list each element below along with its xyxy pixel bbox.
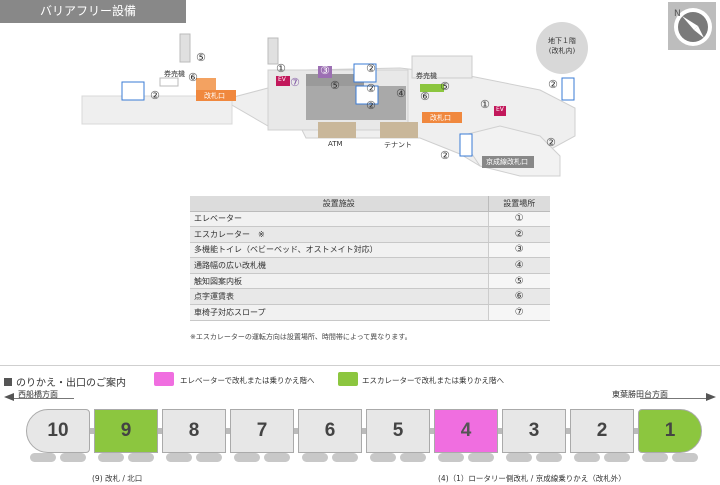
exit-note-car-4: (4)（1）ロータリー側改札 / 京成線乗りかえ（改札外） (438, 474, 626, 483)
table-row: 点字運賃表 ⑥ (190, 288, 550, 306)
facility-mark: ⑤ (487, 273, 550, 290)
table-row: エレベーター ① (190, 211, 550, 228)
train-car-2: 2 (570, 409, 634, 453)
wheel-set-icon (94, 453, 158, 463)
facility-name: エレベーター (190, 211, 488, 228)
table-row: 車椅子対応スロープ ⑦ (190, 304, 550, 321)
car-number: 10 (47, 420, 69, 441)
wheel-set-icon (26, 453, 90, 463)
facility-name: エスカレーター ※ (190, 226, 488, 243)
marker-escalator: ② (440, 149, 450, 162)
facility-mark: ⑥ (487, 288, 550, 306)
keisei-gate-label: 京成線改札口 (486, 158, 528, 166)
marker-braille-fare: ⑥ (188, 71, 198, 84)
exit-note-car-9: (9) 改札 / 北口 (92, 474, 143, 483)
train-car-10: 10 (26, 409, 90, 453)
gate-label: 改札口 (430, 114, 451, 122)
tenant-label: テナント (384, 141, 412, 149)
marker-tactile-map: ⑤ (196, 51, 206, 64)
train-car-5: 5 (366, 409, 430, 453)
facility-name: 多機能トイレ（ベビーベッド、オストメイト対応） (190, 242, 488, 259)
wheel-set-icon (434, 453, 498, 463)
wheel-set-icon (230, 453, 294, 463)
facility-name: 通路幅の広い改札機 (190, 257, 488, 274)
train-car-9: 9 (94, 409, 158, 453)
marker-elevator: ① (276, 62, 286, 75)
facility-mark: ④ (487, 257, 550, 274)
car-number: 9 (120, 420, 132, 441)
legend-pink-label: エレベーターで改札または乗りかえ階へ (180, 376, 315, 385)
marker-braille-fare: ⑥ (420, 90, 430, 103)
marker-escalator: ② (366, 82, 376, 95)
svg-text:N: N (674, 9, 681, 19)
car-number: 7 (256, 420, 268, 441)
facility-mark: ⑦ (487, 304, 550, 321)
train-car-7: 7 (230, 409, 294, 453)
table-row: 多機能トイレ（ベビーベッド、オストメイト対応） ③ (190, 242, 550, 259)
wheel-set-icon (570, 453, 634, 463)
legend-green-label: エスカレーターで改札または乗りかえ階へ (362, 376, 505, 385)
marker-slope: ⑦ (290, 76, 300, 89)
facility-name: 触知図案内板 (190, 273, 488, 290)
car-number: 8 (188, 420, 200, 441)
atm-label: ATM (328, 140, 343, 148)
legend-green-swatch (338, 372, 358, 386)
place-header: 設置場所 (487, 196, 550, 212)
facility-mark: ① (487, 211, 550, 228)
train-car-1: 1 (638, 409, 702, 453)
gate-label: 改札口 (204, 92, 225, 100)
transfer-section-title: のりかえ・出口のご案内 (4, 374, 126, 389)
train-car-4: 4 (434, 409, 498, 453)
facility-name: 車椅子対応スロープ (190, 304, 488, 321)
marker-elevator: ① (480, 98, 490, 111)
wheel-set-icon (638, 453, 702, 463)
car-number: 2 (596, 420, 608, 441)
facility-name: 点字運賃表 (190, 288, 488, 306)
transfer-title-text: のりかえ・出口のご案内 (16, 378, 126, 389)
car-number: 3 (528, 420, 540, 441)
marker-tactile-map: ⑤ (440, 80, 450, 93)
facility-table: 設置施設 設置場所 エレベーター ① エスカレーター ※ ② 多機能トイレ（ベビーベ… (190, 196, 550, 321)
car-number: 4 (460, 420, 472, 441)
wheel-set-icon (366, 453, 430, 463)
ev-label: EV (278, 76, 286, 83)
station-floor-map: 券売機 券売機 改札口 改札口 ATM テナント 京成線改札口 EV EV ② … (0, 26, 720, 196)
direction-left-line (14, 398, 74, 399)
direction-right-line (640, 398, 706, 399)
car-number: 5 (392, 420, 404, 441)
train-car-3: 3 (502, 409, 566, 453)
car-number: 6 (324, 420, 336, 441)
wheel-set-icon (502, 453, 566, 463)
table-row: エスカレーター ※ ② (190, 226, 550, 243)
section-divider (0, 365, 720, 366)
wheel-set-icon (162, 453, 226, 463)
marker-escalator: ② (150, 89, 160, 102)
ev-label: EV (496, 106, 504, 113)
marker-toilet: ③ (320, 64, 330, 77)
square-bullet-icon (4, 378, 12, 386)
escalator-note: ※エスカレーターの運転方向は設置場所、時間帯によって異なります。 (190, 333, 412, 341)
wheel-set-icon (298, 453, 362, 463)
marker-tactile-map: ⑤ (330, 79, 340, 92)
marker-escalator: ② (546, 136, 556, 149)
ticket-machine-label: 券売機 (164, 70, 185, 78)
marker-wide-gate: ④ (396, 87, 406, 100)
marker-escalator: ② (366, 62, 376, 75)
legend-pink-swatch (154, 372, 174, 386)
arrow-right-icon (706, 393, 716, 401)
arrow-left-icon (4, 393, 14, 401)
facility-mark: ③ (487, 242, 550, 259)
page-title: バリアフリー設備 (0, 0, 186, 23)
train-car-6: 6 (298, 409, 362, 453)
table-row: 触知図案内板 ⑤ (190, 273, 550, 290)
marker-escalator: ② (548, 78, 558, 91)
table-row: 通路幅の広い改札機 ④ (190, 257, 550, 274)
ticket-machine-label: 券売機 (416, 72, 437, 80)
facility-mark: ② (487, 226, 550, 243)
facility-header: 設置施設 (190, 196, 488, 212)
train-car-8: 8 (162, 409, 226, 453)
car-number: 1 (664, 420, 676, 441)
marker-escalator: ② (366, 99, 376, 112)
